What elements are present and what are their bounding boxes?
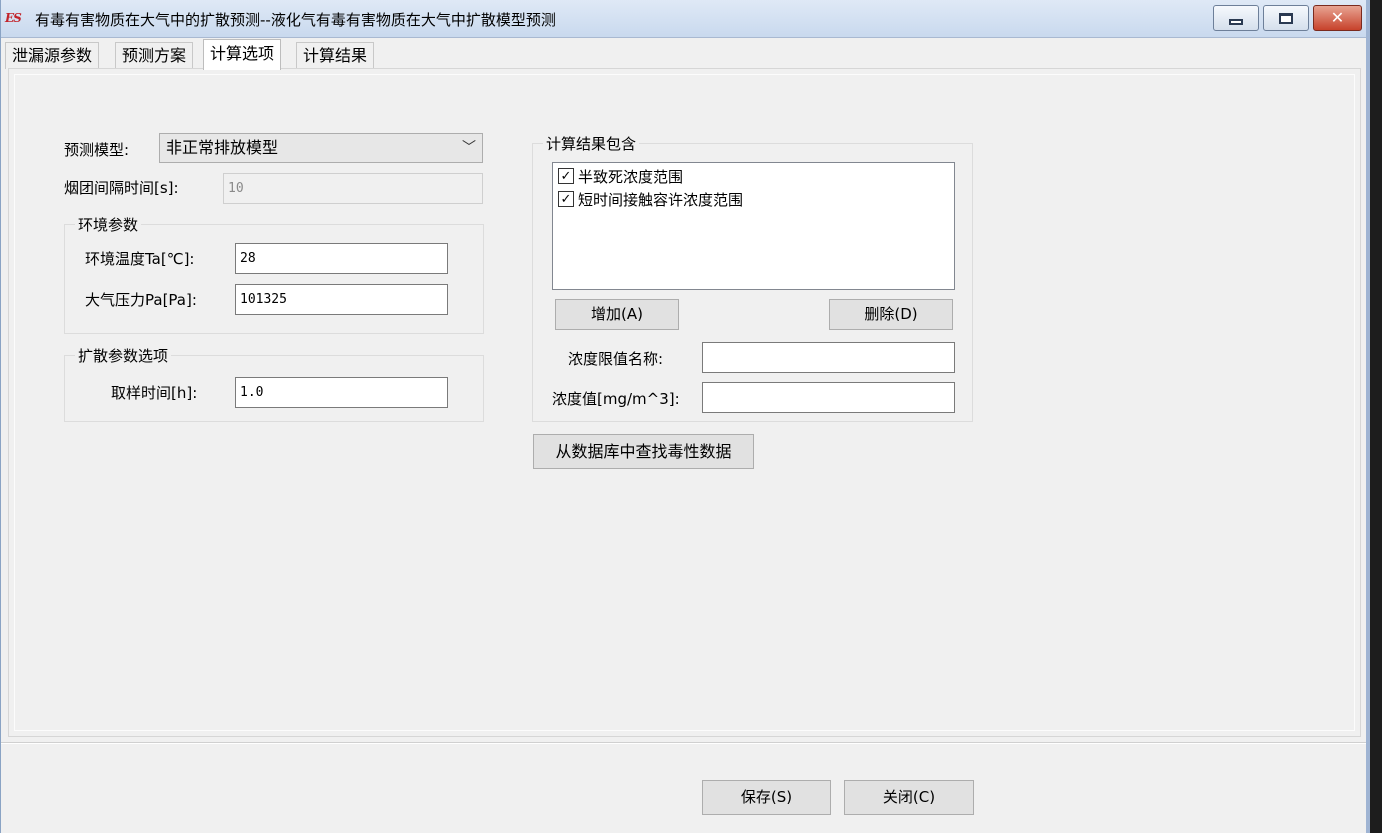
minimize-icon [1229,19,1243,25]
footer-divider [1,742,1367,744]
limit-name-label: 浓度限值名称: [568,350,664,368]
sample-time-label: 取样时间[h]: [111,384,198,402]
results-include-title: 计算结果包含 [543,133,640,154]
save-button[interactable]: 保存(S) [702,780,831,815]
tab-prediction-plan[interactable]: 预测方案 [115,42,194,69]
tab-calc-options[interactable]: 计算选项 [203,39,282,70]
env-params-group: 环境参数 [64,214,484,334]
delete-button[interactable]: 删除(D) [829,299,953,330]
window-border [1366,0,1370,833]
temp-label: 环境温度Ta[℃]: [85,250,195,268]
list-item-label: 半致死浓度范围 [578,167,684,186]
model-select-value: 非正常排放模型 [166,138,279,157]
checkbox[interactable]: ✓ [558,191,574,207]
window-title: 有毒有害物质在大气中的扩散预测--液化气有毒有害物质在大气中扩散模型预测 [35,11,556,29]
list-item[interactable]: ✓ 短时间接触容许浓度范围 [558,189,743,209]
maximize-icon [1279,12,1293,24]
close-button[interactable]: 关闭(C) [844,780,974,815]
close-window-button[interactable]: ✕ [1313,5,1362,31]
env-params-title: 环境参数 [75,214,142,235]
checkbox[interactable]: ✓ [558,168,574,184]
app-window: ES 有毒有害物质在大气中的扩散预测--液化气有毒有害物质在大气中扩散模型预测 … [0,0,1370,833]
pressure-label: 大气压力Pa[Pa]: [85,291,197,309]
title-bar[interactable]: ES 有毒有害物质在大气中的扩散预测--液化气有毒有害物质在大气中扩散模型预测 … [1,0,1367,38]
sample-time-input[interactable]: 1.0 [235,377,448,408]
interval-input: 10 [223,173,483,204]
temp-input[interactable]: 28 [235,243,448,274]
maximize-button[interactable] [1263,5,1309,31]
chevron-down-icon: ﹀ [462,140,476,156]
close-icon: ✕ [1330,8,1345,27]
limit-value-input[interactable] [702,382,955,413]
limit-name-input[interactable] [702,342,955,373]
check-icon: ✓ [560,191,572,207]
model-select[interactable]: 非正常排放模型 ﹀ [159,133,483,163]
limit-value-label: 浓度值[mg/m^3]: [552,390,680,408]
diffusion-params-title: 扩散参数选项 [75,345,172,366]
find-toxicity-db-button[interactable]: 从数据库中查找毒性数据 [533,434,754,469]
tab-calc-results[interactable]: 计算结果 [296,42,375,69]
app-logo-icon: ES [5,11,22,25]
check-icon: ✓ [560,168,572,184]
minimize-button[interactable] [1213,5,1259,31]
results-listbox[interactable]: ✓ 半致死浓度范围 ✓ 短时间接触容许浓度范围 [552,162,955,290]
list-item-label: 短时间接触容许浓度范围 [578,190,744,209]
list-item[interactable]: ✓ 半致死浓度范围 [558,166,683,186]
interval-label: 烟团间隔时间[s]: [64,179,179,197]
tab-leak-source[interactable]: 泄漏源参数 [5,42,100,69]
add-button[interactable]: 增加(A) [555,299,679,330]
pressure-input[interactable]: 101325 [235,284,448,315]
model-label: 预测模型: [64,141,130,159]
